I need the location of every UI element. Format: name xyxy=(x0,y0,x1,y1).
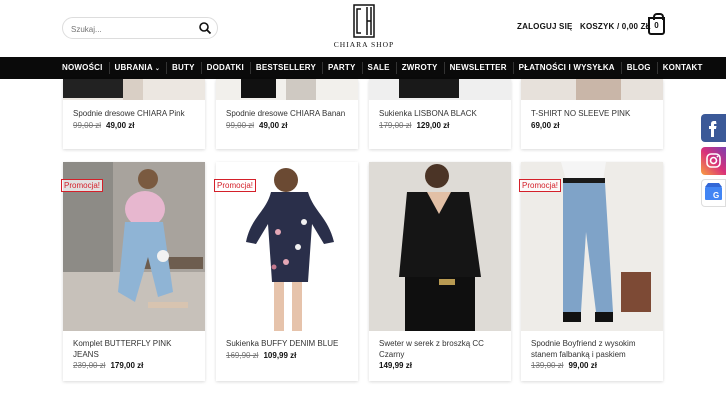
product-image[interactable] xyxy=(63,79,205,100)
product-price: 149,99 zł xyxy=(379,361,412,370)
logo-mark-icon xyxy=(353,4,375,38)
product-price: 239,00 zł 179,00 zł xyxy=(73,361,143,370)
promo-badge: Promocja! xyxy=(61,179,104,192)
product-name[interactable]: Spodnie dresowe CHIARA Banan xyxy=(226,108,350,119)
sale-price: 129,00 zł xyxy=(416,121,450,130)
product-card[interactable]: Promocja! Komplet BUTTERFLY PINK JEANS 2… xyxy=(61,162,205,381)
cart-link[interactable]: KOSZYK / 0,00 ZŁ xyxy=(580,22,651,31)
product-name[interactable]: Sweter w serek z broszką CC Czarny xyxy=(379,338,503,360)
product-name[interactable]: T-SHIRT NO SLEEVE PINK xyxy=(531,108,655,119)
product-card[interactable]: Promocja! Spodnie Boyfriend z wysokim st… xyxy=(519,162,663,381)
product-price: 99,00 zł 49,00 zł xyxy=(226,121,288,130)
product-price: 169,90 zł 109,99 zł xyxy=(226,351,296,360)
product-image[interactable] xyxy=(521,79,663,100)
nav-item-platnosci[interactable]: PŁATNOŚCI I WYSYŁKA xyxy=(519,62,622,74)
product-card[interactable]: Sweter w serek z broszką CC Czarny 149,9… xyxy=(369,162,511,381)
logo[interactable]: CHIARA SHOP xyxy=(331,4,397,54)
nav-item-blog[interactable]: BLOG xyxy=(627,62,658,74)
login-link[interactable]: ZALOGUJ SIĘ xyxy=(517,22,573,31)
logo-text: CHIARA SHOP xyxy=(333,40,395,49)
google-my-business-icon[interactable]: G xyxy=(701,179,726,207)
svg-text:G: G xyxy=(713,191,719,200)
promo-badge: Promocja! xyxy=(214,179,257,192)
search-box[interactable] xyxy=(62,17,218,39)
facebook-icon[interactable] xyxy=(701,114,726,142)
nav-item-nowosci[interactable]: NOWOŚCI xyxy=(62,62,110,74)
chevron-down-icon: ⌄ xyxy=(154,66,161,72)
instagram-icon[interactable] xyxy=(701,147,726,175)
old-price: 169,90 zł xyxy=(226,351,259,360)
main-nav: NOWOŚCI UBRANIA ⌄ BUTY DODATKI BESTSELLER… xyxy=(0,57,726,79)
product-image[interactable] xyxy=(216,79,358,100)
nav-item-kontakt[interactable]: KONTAKT xyxy=(663,62,709,74)
sale-price: 49,00 zł xyxy=(259,121,288,130)
sale-price: 179,00 zł xyxy=(110,361,144,370)
product-name[interactable]: Komplet BUTTERFLY PINK JEANS xyxy=(73,338,197,360)
product-card[interactable]: Promocja! Sukienka BUFFY DENIM BLUE 169,… xyxy=(214,162,358,381)
nav-item-bestsellery[interactable]: BESTSELLERY xyxy=(256,62,324,74)
nav-item-party[interactable]: PARTY xyxy=(328,62,363,74)
product-price: 99,00 zł 49,00 zł xyxy=(73,121,135,130)
product-price: 139,00 zł 99,00 zł xyxy=(531,361,597,370)
product-price: 179,00 zł 129,00 zł xyxy=(379,121,449,130)
cart-count: 0 xyxy=(654,21,659,30)
product-price: 69,00 zł xyxy=(531,121,559,130)
product-name[interactable]: Spodnie Boyfriend z wysokim stanem falba… xyxy=(531,338,655,360)
cart-bag-icon[interactable]: 0 xyxy=(648,13,665,35)
old-price: 99,00 zł xyxy=(226,121,255,130)
nav-item-newsletter[interactable]: NEWSLETTER xyxy=(450,62,514,74)
sale-price: 149,99 zł xyxy=(379,361,412,370)
product-name[interactable]: Spodnie dresowe CHIARA Pink xyxy=(73,108,197,119)
old-price: 239,00 zł xyxy=(73,361,106,370)
sale-price: 69,00 zł xyxy=(531,121,560,130)
nav-item-sale[interactable]: SALE xyxy=(368,62,397,74)
promo-badge: Promocja! xyxy=(519,179,562,192)
product-image[interactable] xyxy=(369,162,511,331)
product-name[interactable]: Sukienka LISBONA BLACK xyxy=(379,108,503,119)
product-card[interactable]: T-SHIRT NO SLEEVE PINK 69,00 zł xyxy=(521,79,663,149)
old-price: 99,00 zł xyxy=(73,121,102,130)
search-icon[interactable] xyxy=(198,21,212,35)
product-image[interactable] xyxy=(369,79,511,100)
nav-item-zwroty[interactable]: ZWROTY xyxy=(402,62,445,74)
search-input[interactable] xyxy=(71,23,191,35)
product-card[interactable]: Spodnie dresowe CHIARA Pink 99,00 zł 49,0… xyxy=(63,79,205,149)
old-price: 139,00 zł xyxy=(531,361,564,370)
old-price: 179,00 zł xyxy=(379,121,412,130)
nav-item-ubrania[interactable]: UBRANIA ⌄ xyxy=(115,62,168,74)
product-name[interactable]: Sukienka BUFFY DENIM BLUE xyxy=(226,338,350,349)
product-card[interactable]: Spodnie dresowe CHIARA Banan 99,00 zł 49,… xyxy=(216,79,358,149)
sale-price: 109,99 zł xyxy=(263,351,297,360)
sale-price: 49,00 zł xyxy=(106,121,135,130)
nav-item-dodatki[interactable]: DODATKI xyxy=(207,62,251,74)
nav-item-buty[interactable]: BUTY xyxy=(172,62,202,74)
product-card[interactable]: Sukienka LISBONA BLACK 179,00 zł 129,00 z… xyxy=(369,79,511,149)
nav-item-ubrania-label: UBRANIA xyxy=(114,63,153,72)
site-header: CHIARA SHOP ZALOGUJ SIĘ KOSZYK / 0,00 ZŁ… xyxy=(0,0,726,57)
sale-price: 99,00 zł xyxy=(568,361,597,370)
